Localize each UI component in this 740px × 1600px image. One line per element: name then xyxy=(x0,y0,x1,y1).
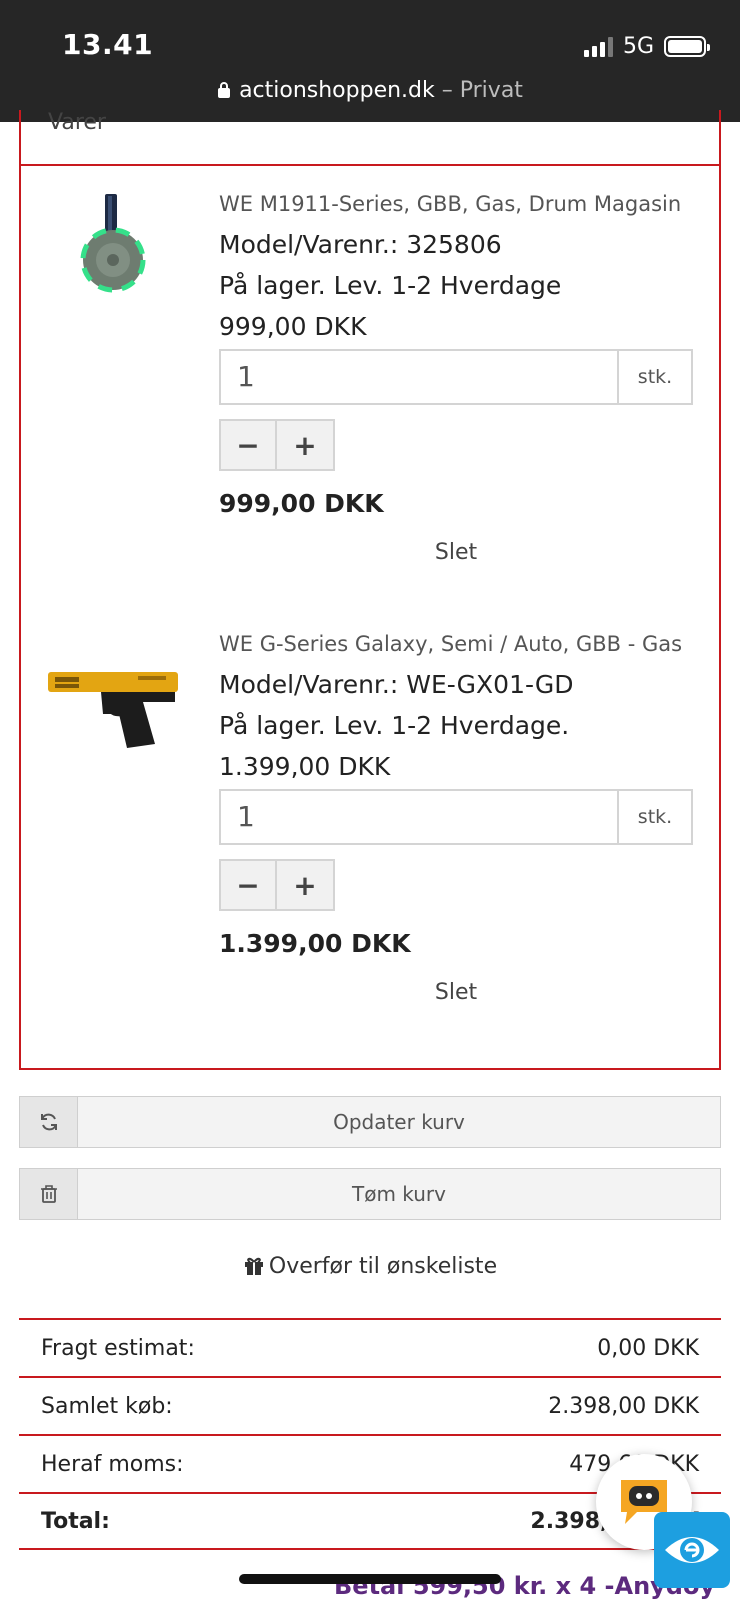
item-model: Model/Varenr.: WE-GX01-GD xyxy=(219,670,574,699)
home-indicator xyxy=(239,1574,501,1584)
item-stock: På lager. Lev. 1-2 Hverdage xyxy=(219,271,562,300)
cart-items-box: Varer WE M1911-Series, GBB, Gas, Drum Ma… xyxy=(19,110,721,1070)
gift-icon xyxy=(244,1257,263,1275)
item-line-total: 1.399,00 DKK xyxy=(219,929,411,958)
transfer-to-wishlist-link[interactable]: Overfør til ønskeliste xyxy=(0,1254,740,1279)
quantity-unit: stk. xyxy=(617,791,691,843)
totals-label: Heraf moms: xyxy=(41,1451,184,1477)
item-name[interactable]: WE M1911-Series, GBB, Gas, Drum Magasin xyxy=(219,192,693,216)
totals-label: Samlet køb: xyxy=(41,1393,173,1419)
totals-value: 2.398,00 DKK xyxy=(548,1393,699,1419)
item-model: Model/Varenr.: 325806 xyxy=(219,230,502,259)
item-unit-price: 999,00 DKK xyxy=(219,312,367,341)
increase-quantity-button[interactable]: + xyxy=(277,419,335,471)
item-name[interactable]: WE G-Series Galaxy, Semi / Auto, GBB - G… xyxy=(219,632,693,656)
status-bar: 13.41 5G actionshoppen.dk – Privat xyxy=(0,0,740,122)
trash-icon xyxy=(20,1169,78,1219)
quantity-stepper: − + xyxy=(219,419,693,471)
quantity-unit: stk. xyxy=(617,351,691,403)
browsing-mode: – Privat xyxy=(441,78,523,103)
item-unit-price: 1.399,00 DKK xyxy=(219,752,391,781)
url-domain: actionshoppen.dk xyxy=(239,78,435,103)
battery-icon xyxy=(664,36,710,57)
item-info: WE M1911-Series, GBB, Gas, Drum Magasin … xyxy=(219,192,693,565)
lock-icon xyxy=(218,82,231,98)
signal-icon xyxy=(583,36,613,57)
quantity-stepper: − + xyxy=(219,859,693,911)
update-cart-label: Opdater kurv xyxy=(333,1110,465,1134)
decrease-quantity-button[interactable]: − xyxy=(219,419,277,471)
quantity-field: 1 stk. xyxy=(219,789,693,845)
totals-value: 0,00 DKK xyxy=(597,1335,699,1361)
increase-quantity-button[interactable]: + xyxy=(277,859,335,911)
wishlist-label: Overfør til ønskeliste xyxy=(268,1254,498,1279)
quantity-input[interactable]: 1 xyxy=(221,791,617,843)
totals-label: Total: xyxy=(41,1508,110,1534)
cart-header-label: Varer xyxy=(48,110,106,135)
item-line-total: 999,00 DKK xyxy=(219,489,384,518)
status-time: 13.41 xyxy=(62,28,154,61)
totals-row-subtotal: Samlet køb: 2.398,00 DKK xyxy=(19,1376,721,1434)
status-indicators: 5G xyxy=(583,34,710,59)
item-info: WE G-Series Galaxy, Semi / Auto, GBB - G… xyxy=(219,632,693,1005)
network-type: 5G xyxy=(622,34,654,59)
empty-cart-label: Tøm kurv xyxy=(352,1182,446,1206)
quantity-field: 1 stk. xyxy=(219,349,693,405)
empty-cart-button[interactable]: Tøm kurv xyxy=(19,1168,721,1220)
update-cart-button[interactable]: Opdater kurv xyxy=(19,1096,721,1148)
delete-item-link[interactable]: Slet xyxy=(219,540,693,565)
totals-row-shipping: Fragt estimat: 0,00 DKK xyxy=(19,1318,721,1376)
accessibility-badge[interactable] xyxy=(654,1512,730,1588)
decrease-quantity-button[interactable]: − xyxy=(219,859,277,911)
drum-magazine-image[interactable] xyxy=(43,192,188,312)
pistol-image[interactable] xyxy=(43,644,188,764)
url-bar[interactable]: actionshoppen.dk – Privat xyxy=(0,78,740,103)
eye-icon xyxy=(665,1537,719,1563)
quantity-input[interactable]: 1 xyxy=(221,351,617,403)
item-stock: På lager. Lev. 1-2 Hverdage. xyxy=(219,711,570,740)
cart-header: Varer xyxy=(21,110,719,166)
totals-label: Fragt estimat: xyxy=(41,1335,195,1361)
delete-item-link[interactable]: Slet xyxy=(219,980,693,1005)
refresh-icon xyxy=(20,1097,78,1147)
